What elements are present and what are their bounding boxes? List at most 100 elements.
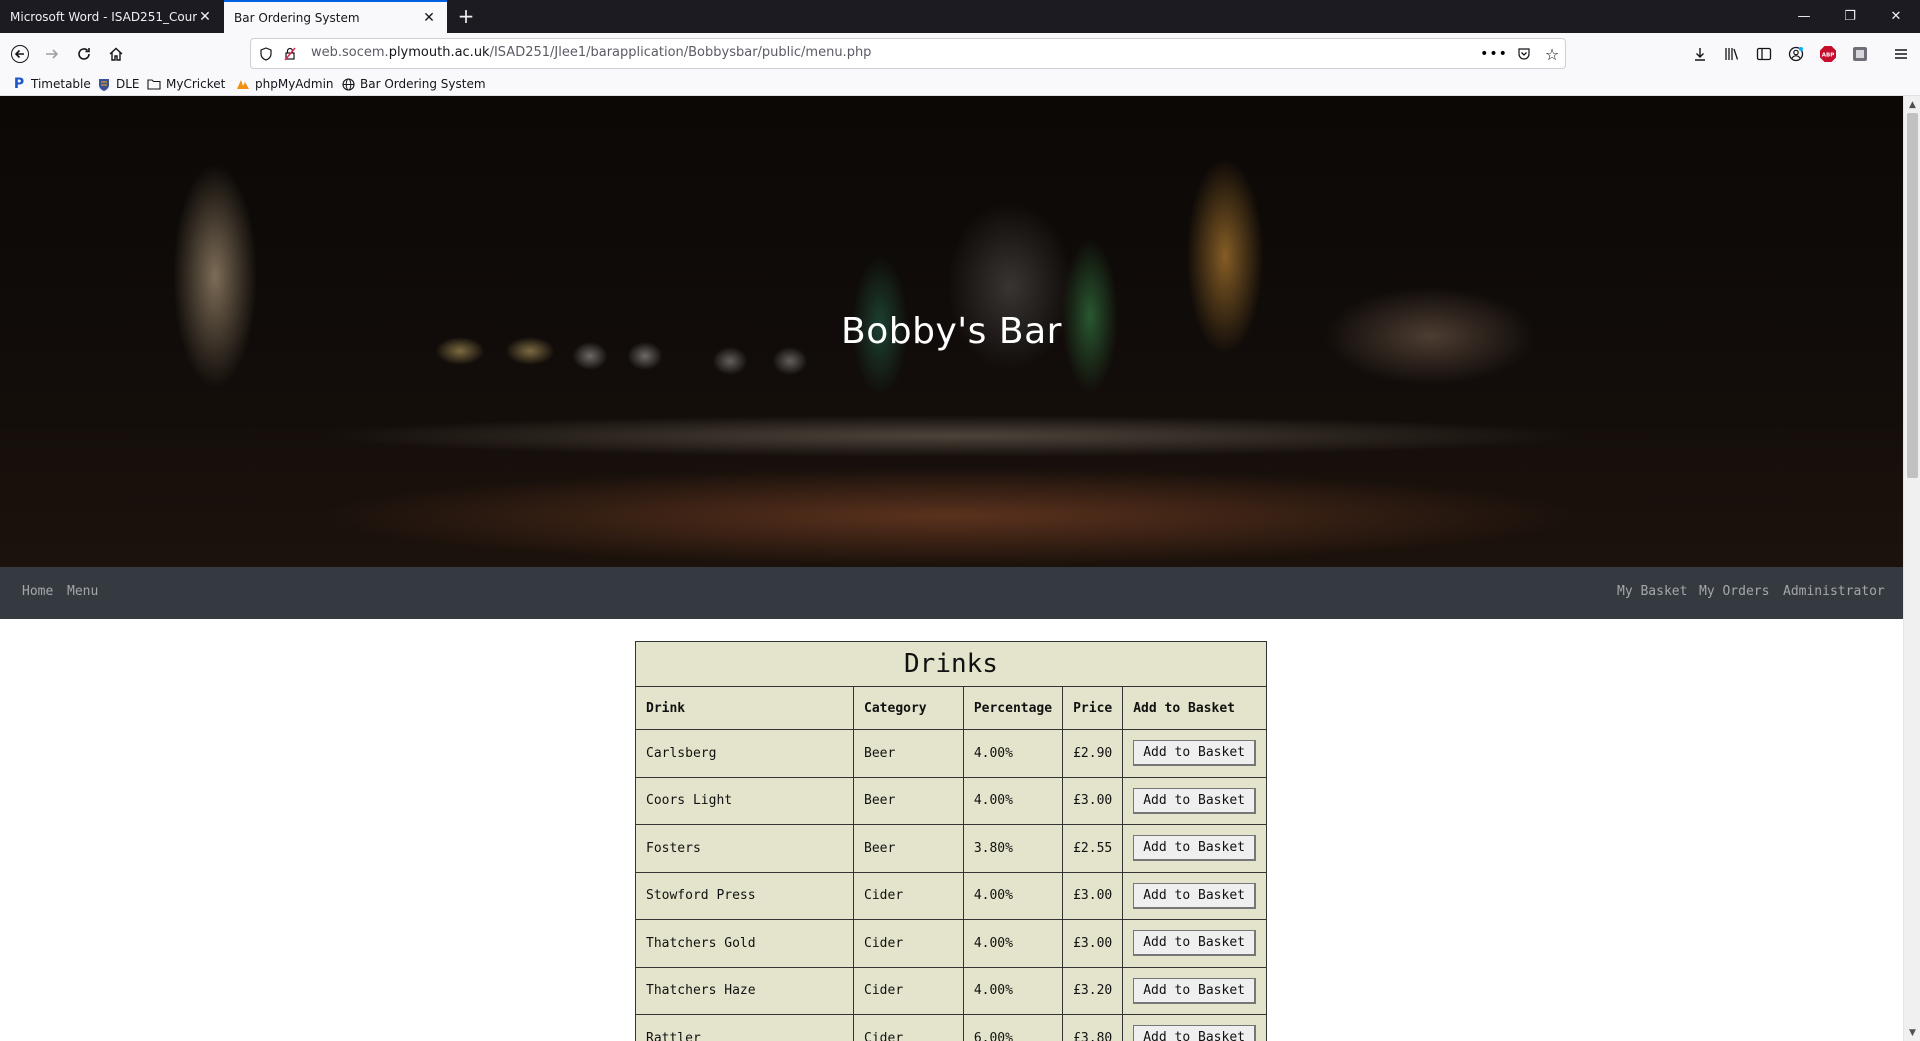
hamburger-menu-icon[interactable] xyxy=(1890,43,1912,65)
add-to-basket-button[interactable]: Add to Basket xyxy=(1133,740,1256,767)
forward-arrow-icon[interactable] xyxy=(37,39,67,69)
downloads-icon[interactable] xyxy=(1689,43,1711,65)
drink-name: Thatchers Gold xyxy=(634,919,855,968)
library-icon[interactable] xyxy=(1721,43,1743,65)
add-to-basket-button[interactable]: Add to Basket xyxy=(1133,1025,1256,1041)
bookmark-timetable[interactable]: P Timetable xyxy=(12,76,91,92)
nav-link-my-basket[interactable]: My Basket xyxy=(1617,584,1687,599)
drink-percentage: 4.00% xyxy=(962,871,1064,920)
insecure-connection-icon[interactable] xyxy=(281,45,299,63)
drink-percentage: 4.00% xyxy=(962,919,1064,968)
column-header-price: Price xyxy=(1062,686,1124,730)
add-to-basket-button[interactable]: Add to Basket xyxy=(1133,930,1256,957)
bookmark-label: Timetable xyxy=(31,77,91,91)
bookmark-phpmyadmin[interactable]: phpMyAdmin xyxy=(236,77,334,91)
column-header-category: Category xyxy=(853,686,964,730)
p-logo-icon: P xyxy=(13,76,25,92)
page-scrollbar[interactable]: ▲ ▼ xyxy=(1903,96,1920,1041)
folder-icon xyxy=(147,77,161,91)
drink-percentage: 3.80% xyxy=(962,824,1064,873)
close-tab-icon[interactable]: ✕ xyxy=(421,10,437,26)
site-title: Bobby's Bar xyxy=(841,311,1062,352)
tab-microsoft-word[interactable]: Microsoft Word - ISAD251_Coursew ✕ xyxy=(0,0,223,33)
drink-category: Cider xyxy=(853,919,964,968)
drink-name: Thatchers Haze xyxy=(634,966,855,1015)
home-icon[interactable] xyxy=(101,39,131,69)
bookmark-dle[interactable]: DLE xyxy=(97,77,140,91)
drink-price: £3.80 xyxy=(1062,1014,1124,1041)
tab-bar-ordering-system[interactable]: Bar Ordering System ✕ xyxy=(224,0,447,33)
drinks-table: Drinks Drink Category Percentage Price A… xyxy=(634,641,1267,1041)
nav-link-my-orders[interactable]: My Orders xyxy=(1699,584,1769,599)
table-row: Coors Light Beer 4.00% £3.00 Add to Bask… xyxy=(634,776,1267,825)
bookmarks-toolbar: P Timetable DLE MyCricket phpMyAdmin Bar… xyxy=(0,75,1920,96)
table-row: Carlsberg Beer 4.00% £2.90 Add to Basket xyxy=(634,729,1267,778)
drink-percentage: 4.00% xyxy=(962,966,1064,1015)
table-row: Fosters Beer 3.80% £2.55 Add to Basket xyxy=(634,824,1267,873)
bookmark-label: Bar Ordering System xyxy=(360,77,486,91)
minimize-window-icon[interactable]: — xyxy=(1781,0,1827,33)
add-to-basket-cell: Add to Basket xyxy=(1122,966,1267,1015)
nav-link-administrator[interactable]: Administrator xyxy=(1783,584,1885,599)
drink-price: £3.00 xyxy=(1062,776,1124,825)
drink-name: Carlsberg xyxy=(634,729,855,778)
drink-category: Beer xyxy=(853,776,964,825)
drink-price: £3.00 xyxy=(1062,919,1124,968)
page-actions-ellipsis-icon[interactable]: ••• xyxy=(1480,45,1507,63)
restore-window-icon[interactable]: ❐ xyxy=(1827,0,1873,33)
site-navbar: Home Menu My Basket My Orders Administra… xyxy=(0,567,1903,619)
add-to-basket-button[interactable]: Add to Basket xyxy=(1133,835,1256,862)
address-bar[interactable]: web.socem.plymouth.ac.uk/ISAD251/Jlee1/b… xyxy=(250,38,1566,69)
drink-category: Cider xyxy=(853,966,964,1015)
drink-price: £2.90 xyxy=(1062,729,1124,778)
drink-category: Cider xyxy=(853,1014,964,1041)
drink-category: Beer xyxy=(853,824,964,873)
pocket-icon[interactable] xyxy=(1515,45,1533,63)
drink-name: Rattler xyxy=(634,1014,855,1041)
tab-label: Microsoft Word - ISAD251_Coursew xyxy=(10,9,197,24)
nav-link-menu[interactable]: Menu xyxy=(67,584,98,599)
hero-banner: Bobby's Bar xyxy=(0,96,1903,567)
scrollbar-thumb[interactable] xyxy=(1907,113,1918,478)
adblock-plus-icon[interactable]: ABP xyxy=(1817,43,1839,65)
table-row: Rattler Cider 6.00% £3.80 Add to Basket xyxy=(634,1014,1267,1041)
drink-price: £2.55 xyxy=(1062,824,1124,873)
crest-icon xyxy=(97,77,111,91)
nav-link-home[interactable]: Home xyxy=(22,584,53,599)
browser-toolbar: web.socem.plymouth.ac.uk/ISAD251/Jlee1/b… xyxy=(0,33,1920,75)
close-tab-icon[interactable]: ✕ xyxy=(197,9,213,25)
extension-icon[interactable] xyxy=(1849,43,1871,65)
table-row: Thatchers Haze Cider 4.00% £3.20 Add to … xyxy=(634,966,1267,1015)
add-to-basket-button[interactable]: Add to Basket xyxy=(1133,882,1256,909)
drink-name: Coors Light xyxy=(634,776,855,825)
browser-tab-strip: Microsoft Word - ISAD251_Coursew ✕ Bar O… xyxy=(0,0,1920,33)
bookmark-mycricket[interactable]: MyCricket xyxy=(147,77,225,91)
add-to-basket-button[interactable]: Add to Basket xyxy=(1133,977,1256,1004)
drink-price: £3.00 xyxy=(1062,871,1124,920)
account-icon[interactable] xyxy=(1785,43,1807,65)
add-to-basket-cell: Add to Basket xyxy=(1122,824,1267,873)
tracking-protection-shield-icon[interactable] xyxy=(257,45,275,63)
drink-percentage: 6.00% xyxy=(962,1014,1064,1041)
drink-price: £3.20 xyxy=(1062,966,1124,1015)
add-to-basket-cell: Add to Basket xyxy=(1122,776,1267,825)
scroll-up-arrow-icon[interactable]: ▲ xyxy=(1904,96,1920,113)
drink-category: Cider xyxy=(853,871,964,920)
bookmark-star-icon[interactable]: ☆ xyxy=(1543,45,1561,64)
url-text: web.socem.plymouth.ac.uk/ISAD251/Jlee1/b… xyxy=(311,45,872,60)
reload-icon[interactable] xyxy=(69,39,99,69)
bookmark-bar-ordering-system[interactable]: Bar Ordering System xyxy=(341,77,486,91)
back-arrow-icon[interactable] xyxy=(5,39,35,69)
close-window-icon[interactable]: ✕ xyxy=(1873,0,1919,33)
add-to-basket-button[interactable]: Add to Basket xyxy=(1133,787,1256,814)
new-tab-plus-icon[interactable]: + xyxy=(454,4,478,28)
drink-category: Beer xyxy=(853,729,964,778)
globe-icon xyxy=(341,77,355,91)
sidebar-toggle-icon[interactable] xyxy=(1753,43,1775,65)
column-header-drink: Drink xyxy=(634,686,855,730)
page-viewport: Bobby's Bar Home Menu My Basket My Order… xyxy=(0,96,1903,1041)
scroll-down-arrow-icon[interactable]: ▼ xyxy=(1904,1024,1920,1041)
add-to-basket-cell: Add to Basket xyxy=(1122,871,1267,920)
table-row: Stowford Press Cider 4.00% £3.00 Add to … xyxy=(634,871,1267,920)
bookmark-label: phpMyAdmin xyxy=(255,77,334,91)
